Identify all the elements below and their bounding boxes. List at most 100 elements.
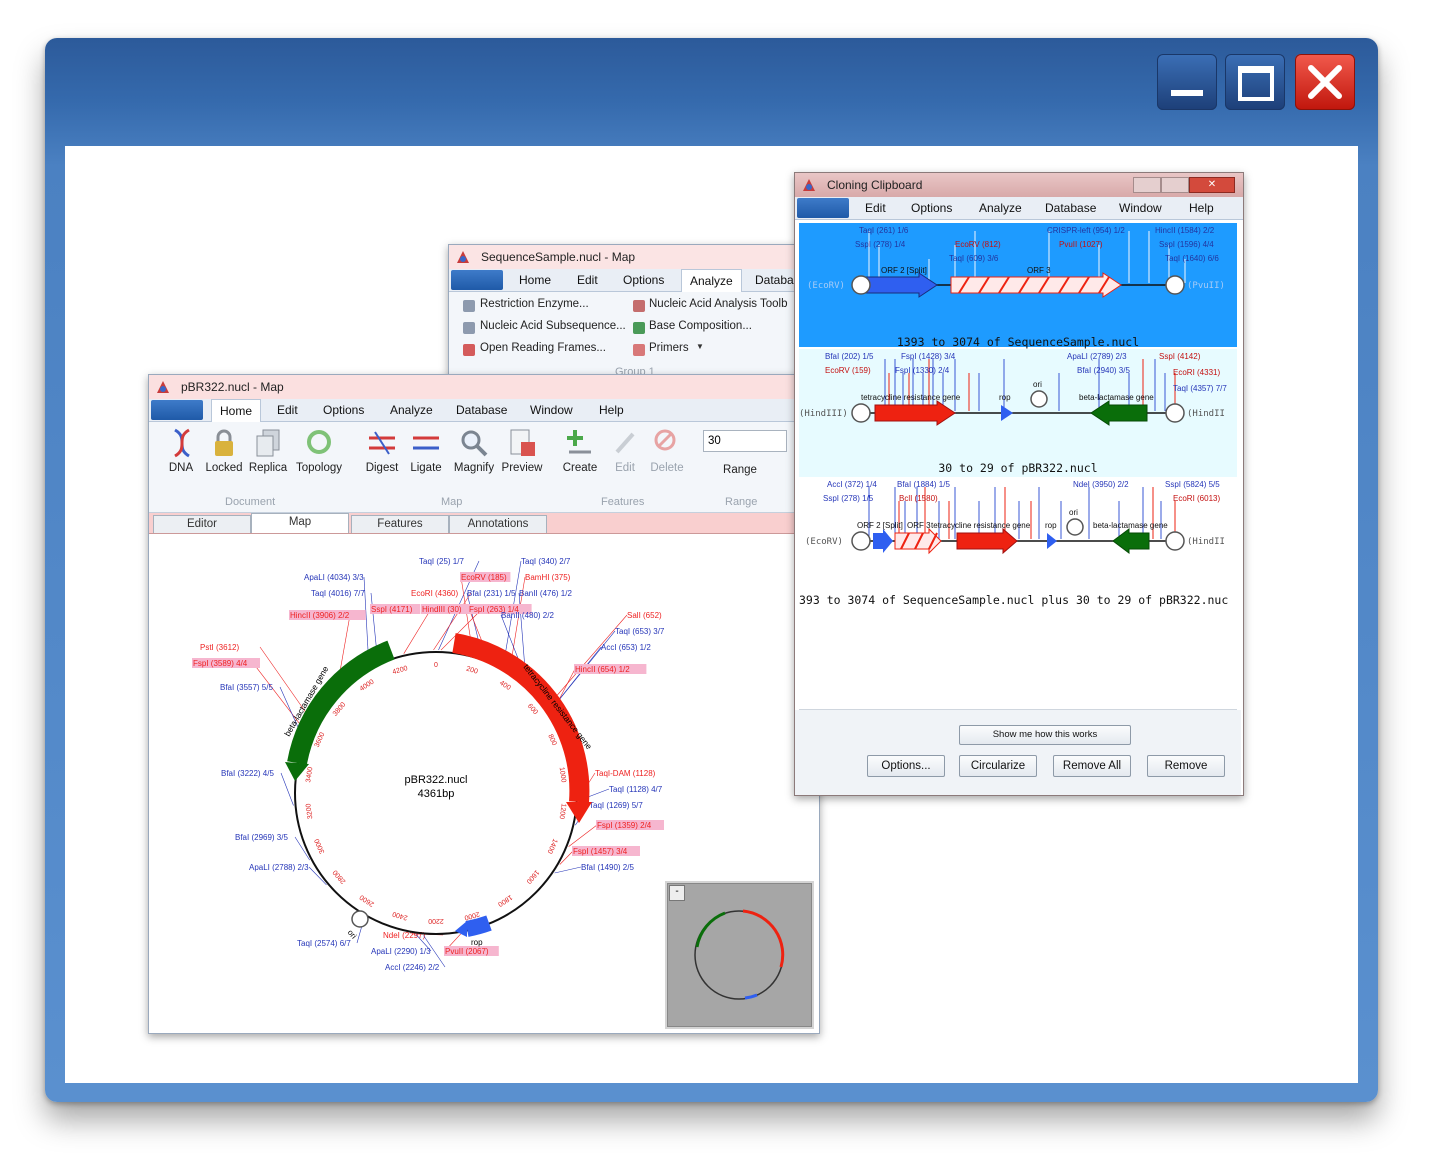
enzyme-label[interactable]: TaqI (4016) 7/7 [311,589,365,598]
tab-features[interactable]: Features [351,515,449,533]
enzyme-label[interactable]: SspI (4171) [371,605,413,614]
enzyme-label[interactable]: ApaLI (2290) 1/3 [371,947,431,956]
enzyme-label[interactable]: ApaLI (2788) 2/3 [249,863,309,872]
row2-enzyme-label-red[interactable]: EcoRI (4331) [1173,368,1220,377]
enzyme-label[interactable]: HincII (654) 1/2 [575,665,630,674]
row1-enzyme-label[interactable]: TaqI (609) 3/6 [949,254,999,263]
tab-editor[interactable]: Editor [153,515,251,533]
overview-panel[interactable]: - [665,881,814,1029]
row1-enzyme-label[interactable]: SspI (1596) 4/4 [1159,240,1214,249]
remove-all-button[interactable]: Remove All [1053,755,1131,777]
row3-enzyme-label-red[interactable]: EcoRI (6013) [1173,494,1220,503]
row1-enzyme-label-red[interactable]: PvuII (1027) [1059,240,1103,249]
pbr-menu-options[interactable]: Options [323,403,364,417]
pbr-app-menu-button[interactable] [151,400,203,420]
clipboard-close-button[interactable]: ✕ [1189,177,1235,193]
row2-enzyme-label[interactable]: TaqI (4357) 7/7 [1173,384,1227,393]
sample-menu-database[interactable]: Databa [755,273,794,287]
pbr-menu-help[interactable]: Help [599,403,624,417]
row1-enzyme-label[interactable]: HincII (1584) 2/2 [1155,226,1215,235]
enzyme-label[interactable]: FspI (3589) 4/4 [193,659,248,668]
range-input[interactable] [703,430,787,452]
tab-annotations[interactable]: Annotations [449,515,547,533]
enzyme-label[interactable]: TaqI (340) 2/7 [521,557,571,566]
enzyme-label[interactable]: BfaI (3222) 4/5 [221,769,274,778]
edit-feature-button[interactable]: Edit [607,462,643,474]
dna-button[interactable]: DNA [163,462,199,474]
circularize-button[interactable]: Circularize [959,755,1037,777]
sample-menu-analyze[interactable]: Analyze [681,269,742,292]
clipboard-menu-database[interactable]: Database [1045,201,1096,215]
pbr-menu-window[interactable]: Window [530,403,573,417]
minimize-button[interactable] [1157,54,1217,110]
row3-enzyme-label[interactable]: SspI (5824) 5/5 [1165,480,1220,489]
row1-enzyme-label[interactable]: TaqI (261) 1/6 [859,226,909,235]
analysis-toolbox-item[interactable]: Nucleic Acid Analysis Toolb [649,298,788,310]
orf-item[interactable]: Open Reading Frames... [480,342,606,354]
sample-app-menu-button[interactable] [451,270,503,290]
digest-button[interactable]: Digest [361,462,403,474]
enzyme-label[interactable]: BanII (476) 1/2 [519,589,572,598]
close-button[interactable] [1295,54,1355,110]
pbr-menu-home[interactable]: Home [211,399,262,422]
enzyme-label[interactable]: TaqI (1128) 4/7 [609,785,663,794]
magnify-button[interactable]: Magnify [449,462,499,474]
enzyme-label[interactable]: PstI (3612) [200,643,239,652]
clipboard-menu-help[interactable]: Help [1189,201,1214,215]
sample-menu-home[interactable]: Home [519,273,551,287]
enzyme-label[interactable]: AccI (2246) 2/2 [385,963,440,972]
clipboard-minimize-button[interactable] [1133,177,1161,193]
preview-button[interactable]: Preview [499,462,545,474]
pbr-menu-database[interactable]: Database [456,403,507,417]
clipboard-menu-options[interactable]: Options [911,201,952,215]
enzyme-label[interactable]: TaqI (653) 3/7 [615,627,665,636]
enzyme-label[interactable]: BfaI (231) 1/5 [467,589,516,598]
row1-enzyme-label-red[interactable]: EcoRV (812) [955,240,1001,249]
clipboard-menu-analyze[interactable]: Analyze [979,201,1022,215]
row3-enzyme-label[interactable]: SspI (278) 1/5 [823,494,874,503]
enzyme-label[interactable]: EcoRV (185) [461,573,507,582]
row3-enzyme-label-red[interactable]: BclI (1580) [899,494,938,503]
row1-enzyme-label[interactable]: SspI (278) 1/4 [855,240,906,249]
base-composition-item[interactable]: Base Composition... [649,320,752,332]
pbr-menu-edit[interactable]: Edit [277,403,298,417]
enzyme-label[interactable]: TaqI (1269) 5/7 [589,801,643,810]
ori-marker[interactable] [351,910,369,928]
primers-item[interactable]: Primers [649,342,689,354]
row3-enzyme-label[interactable]: NdeI (3950) 2/2 [1073,480,1129,489]
row2-enzyme-label[interactable]: BfaI (2940) 3/5 [1077,366,1130,375]
restriction-enzyme-item[interactable]: Restriction Enzyme... [480,298,589,310]
enzyme-label[interactable]: BamHI (375) [525,573,571,582]
enzyme-label[interactable]: EcoRI (4360) [411,589,458,598]
sample-menu-options[interactable]: Options [623,273,664,287]
clipboard-menu-edit[interactable]: Edit [865,201,886,215]
row2-enzyme-label[interactable]: FspI (1330) 2/4 [895,366,950,375]
maximize-button[interactable] [1225,54,1285,110]
row2-enzyme-label[interactable]: ApaLI (2789) 2/3 [1067,352,1127,361]
row2-enzyme-label-red[interactable]: SspI (4142) [1159,352,1201,361]
topology-button[interactable]: Topology [293,462,345,474]
create-button[interactable]: Create [559,462,601,474]
enzyme-label[interactable]: ApaLI (4034) 3/3 [304,573,364,582]
sample-menu-edit[interactable]: Edit [577,273,598,287]
options-button[interactable]: Options... [867,755,945,777]
enzyme-label[interactable]: AccI (653) 1/2 [601,643,651,652]
row2-enzyme-label[interactable]: BfaI (202) 1/5 [825,352,874,361]
row3-enzyme-label[interactable]: BfaI (1884) 1/5 [897,480,950,489]
clipboard-item-1[interactable]: (EcoRV) (PvuII) TaqI (261) 1/6 SspI (278… [799,223,1237,349]
pbr-menu-analyze[interactable]: Analyze [390,403,433,417]
clipboard-item-3[interactable]: (EcoRV) (HindII AccI (372) 1/4 BfaI (188… [799,477,1237,607]
locked-button[interactable]: Locked [203,462,245,474]
enzyme-label[interactable]: TaqI-DAM (1128) [595,769,656,778]
enzyme-label[interactable]: FspI (1457) 3/4 [573,847,628,856]
enzyme-label[interactable]: SalI (652) [627,611,662,620]
enzyme-label[interactable]: TaqI (25) 1/7 [419,557,464,566]
show-me-how-button[interactable]: Show me how this works [959,725,1131,745]
row1-enzyme-label[interactable]: CRISPR-left (954) 1/2 [1047,226,1125,235]
delete-feature-button[interactable]: Delete [645,462,689,474]
rop-feature-arc[interactable] [465,915,492,937]
enzyme-label[interactable]: HincII (3906) 2/2 [290,611,350,620]
enzyme-label[interactable]: BanII (480) 2/2 [501,611,554,620]
replica-button[interactable]: Replica [247,462,289,474]
row2-enzyme-label-red[interactable]: EcoRV (159) [825,366,871,375]
